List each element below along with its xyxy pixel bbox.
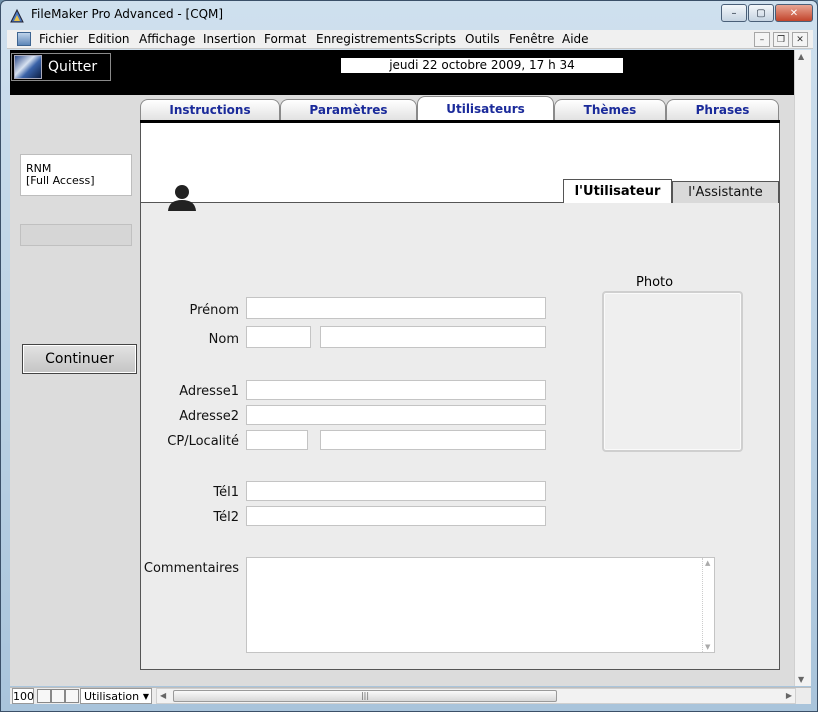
layout-content: Quitter jeudi 22 octobre 2009, 17 h 34 R… (10, 50, 794, 686)
nom-field[interactable] (320, 326, 546, 348)
nom-label: Nom (208, 332, 239, 347)
scroll-left-icon[interactable]: ◀ (160, 691, 166, 700)
user-access: [Full Access] (26, 174, 95, 187)
sidebar-empty-field (20, 224, 132, 246)
minimize-button[interactable]: – (721, 4, 747, 22)
tab-themes[interactable]: Thèmes (554, 99, 666, 120)
adresse2-field[interactable] (246, 405, 546, 425)
menu-fichier[interactable]: Fichier (39, 32, 78, 46)
subtab-utilisateur[interactable]: l'Utilisateur (563, 179, 672, 203)
scroll-up-icon[interactable]: ▲ (798, 52, 804, 61)
vertical-scrollbar[interactable]: ▲ ▼ (794, 50, 811, 686)
commentaires-label: Commentaires (143, 561, 239, 576)
commentaires-field[interactable]: ▲ ▼ (246, 557, 715, 653)
mdi-minimize-button[interactable]: – (754, 32, 770, 47)
status-bar: 100 Utilisation ▼ ◀ ||| ▶ (10, 687, 811, 704)
scroll-down-icon[interactable]: ▼ (798, 675, 804, 684)
adresse2-label: Adresse2 (179, 409, 239, 424)
menu-scripts[interactable]: Scripts (415, 32, 456, 46)
document-menu-icon[interactable] (17, 32, 31, 46)
subtab-assistante[interactable]: l'Assistante (672, 181, 779, 203)
tab-parametres[interactable]: Paramètres (280, 99, 417, 120)
nom-prefix-field[interactable] (246, 326, 311, 348)
panel-header-band: l'Utilisateur l'Assistante (141, 123, 779, 211)
quit-button[interactable]: Quitter (11, 53, 111, 81)
zoom-in-icon[interactable] (51, 689, 65, 703)
zoom-level[interactable]: 100 (12, 688, 34, 704)
localite-field[interactable] (320, 430, 546, 450)
menu-insertion[interactable]: Insertion (203, 32, 256, 46)
horizontal-scroll-thumb[interactable]: ||| (173, 690, 557, 702)
status-toolbar-icon[interactable] (65, 689, 79, 703)
menu-aide[interactable]: Aide (562, 32, 589, 46)
maximize-button[interactable]: ▢ (748, 4, 774, 22)
mdi-close-button[interactable]: ✕ (792, 32, 808, 47)
prenom-label: Prénom (189, 303, 239, 318)
zoom-out-icon[interactable] (37, 689, 51, 703)
header-band: Quitter jeudi 22 octobre 2009, 17 h 34 (10, 50, 794, 95)
tel1-label: Tél1 (213, 485, 239, 500)
tab-instructions[interactable]: Instructions (140, 99, 280, 120)
photo-container[interactable] (602, 291, 743, 452)
title-bar[interactable]: FileMaker Pro Advanced - [CQM] – ▢ ✕ (1, 1, 817, 29)
continue-button[interactable]: Continuer (22, 344, 137, 374)
cp-field[interactable] (246, 430, 308, 450)
menu-enregistrements[interactable]: Enregistrements (316, 32, 415, 46)
menu-affichage[interactable]: Affichage (139, 32, 195, 46)
quit-logo-icon (14, 55, 42, 79)
prenom-field[interactable] (246, 297, 546, 319)
commentaires-scrollbar[interactable]: ▲ ▼ (702, 558, 714, 652)
chevron-down-icon: ▼ (142, 692, 149, 701)
menu-fenetre[interactable]: Fenêtre (509, 32, 554, 46)
window-title: FileMaker Pro Advanced - [CQM] (31, 7, 224, 21)
scroll-right-icon[interactable]: ▶ (786, 691, 792, 700)
mode-select[interactable]: Utilisation ▼ (80, 688, 152, 704)
close-button[interactable]: ✕ (775, 4, 813, 22)
tel2-label: Tél2 (213, 510, 239, 525)
scroll-down-icon[interactable]: ▼ (705, 643, 710, 651)
tab-phrases[interactable]: Phrases (666, 99, 779, 120)
adresse1-field[interactable] (246, 380, 546, 400)
quit-button-label: Quitter (48, 59, 98, 75)
menu-format[interactable]: Format (264, 32, 306, 46)
menu-outils[interactable]: Outils (465, 32, 500, 46)
menu-bar: Fichier Edition Affichage Insertion Form… (7, 30, 813, 49)
cp-localite-label: CP/Localité (167, 434, 239, 449)
scroll-up-icon[interactable]: ▲ (705, 559, 710, 567)
main-tabs: Instructions Paramètres Utilisateurs Thè… (140, 96, 780, 121)
horizontal-scrollbar[interactable]: ◀ ||| ▶ (156, 688, 796, 704)
sidebar: RNM [Full Access] Continuer (10, 95, 140, 686)
user-silhouette-icon (168, 185, 196, 211)
menu-edition[interactable]: Edition (88, 32, 130, 46)
mdi-restore-button[interactable]: ❐ (773, 32, 789, 47)
application-window: FileMaker Pro Advanced - [CQM] – ▢ ✕ Fic… (0, 0, 818, 712)
filemaker-app-icon (10, 8, 24, 23)
mode-select-value: Utilisation (84, 690, 140, 703)
tab-utilisateurs[interactable]: Utilisateurs (417, 96, 554, 120)
tel1-field[interactable] (246, 481, 546, 501)
current-user-box: RNM [Full Access] (20, 154, 132, 196)
tel2-field[interactable] (246, 506, 546, 526)
users-panel: l'Utilisateur l'Assistante Prénom Nom Ad… (140, 123, 780, 670)
adresse1-label: Adresse1 (179, 384, 239, 399)
photo-label: Photo (636, 275, 674, 290)
date-display: jeudi 22 octobre 2009, 17 h 34 (341, 58, 623, 73)
